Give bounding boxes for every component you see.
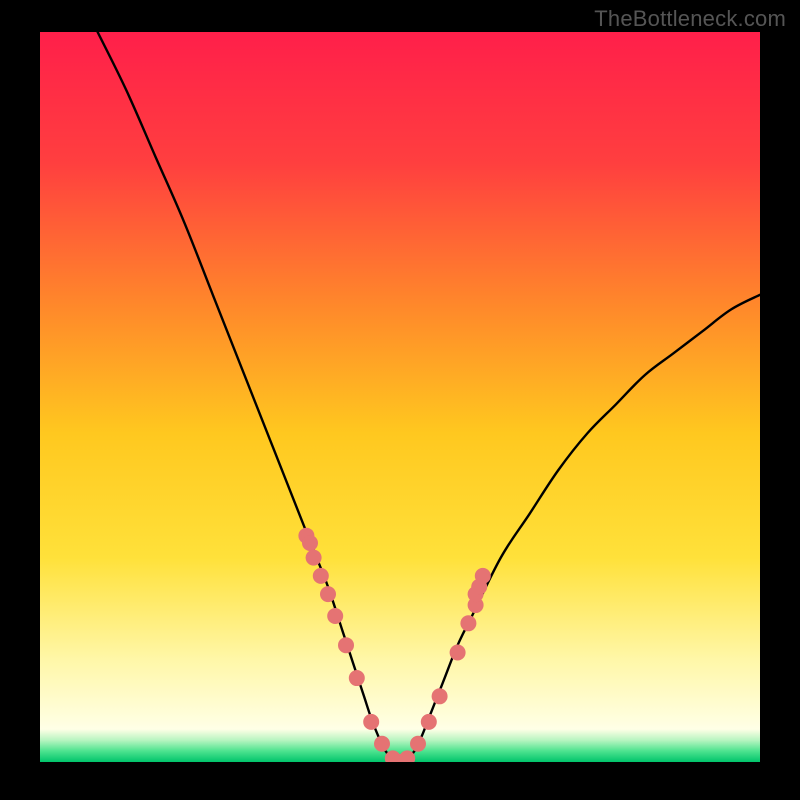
- data-marker: [374, 736, 390, 752]
- plot-area: [40, 32, 760, 762]
- data-marker: [320, 586, 336, 602]
- data-marker: [432, 688, 448, 704]
- data-marker: [313, 568, 329, 584]
- data-marker: [349, 670, 365, 686]
- chart-frame: TheBottleneck.com: [0, 0, 800, 800]
- watermark-text: TheBottleneck.com: [594, 6, 786, 32]
- data-marker: [450, 645, 466, 661]
- data-marker: [302, 535, 318, 551]
- chart-svg: [40, 32, 760, 762]
- data-marker: [410, 736, 426, 752]
- data-marker: [338, 637, 354, 653]
- data-marker: [306, 550, 322, 566]
- data-marker: [460, 615, 476, 631]
- data-marker: [363, 714, 379, 730]
- data-marker: [475, 568, 491, 584]
- data-marker: [327, 608, 343, 624]
- data-marker: [421, 714, 437, 730]
